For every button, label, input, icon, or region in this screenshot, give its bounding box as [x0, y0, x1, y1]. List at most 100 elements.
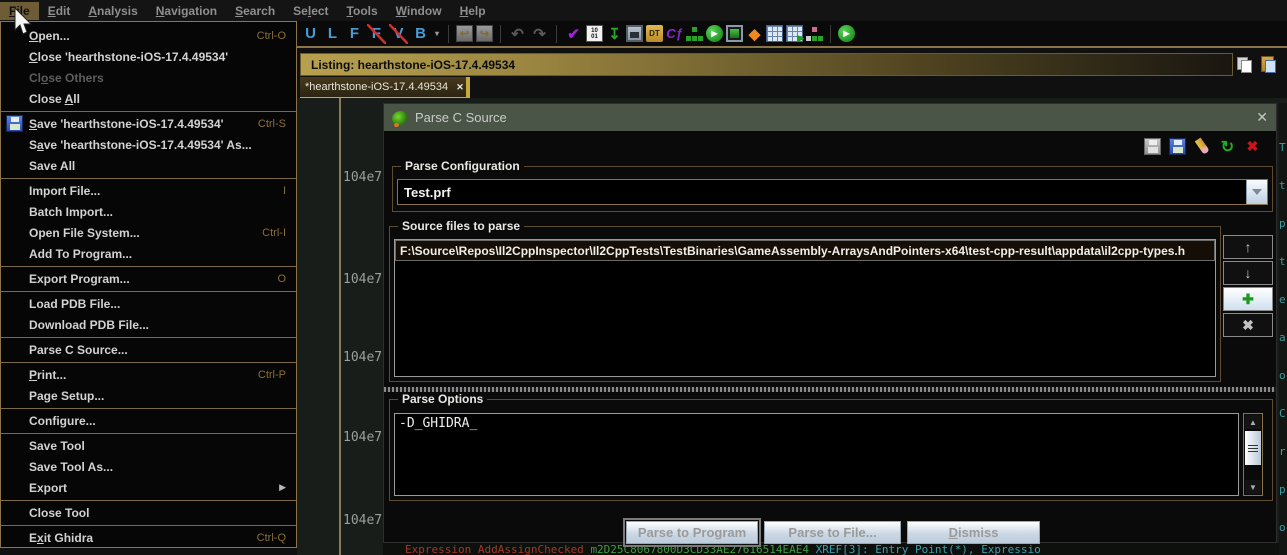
clear-profile-icon[interactable] [1191, 135, 1215, 159]
format-bytes-icon[interactable]: B [411, 24, 430, 44]
menu-search[interactable]: Search [226, 2, 284, 20]
menu-edit[interactable]: Edit [39, 2, 80, 20]
clear-code-cf-icon[interactable]: Cƒ [666, 25, 683, 42]
dismiss-button[interactable]: Dismiss [907, 521, 1040, 544]
menu-item-batch-import[interactable]: Batch Import... [1, 201, 296, 222]
memory-out-icon[interactable]: ↪ [476, 25, 493, 42]
validate-check-icon[interactable]: ✔ [564, 24, 583, 44]
menu-item-exit-ghidra[interactable]: Exit GhidraCtrl-Q [1, 527, 296, 548]
format-function-off-icon[interactable]: F [367, 24, 386, 44]
menu-item-label: Close Tool [29, 506, 89, 520]
bytes-dropdown-caret-icon[interactable]: ▾ [433, 24, 441, 44]
format-label-icon[interactable]: L [323, 24, 342, 44]
menu-item-save-tool-as[interactable]: Save Tool As... [1, 456, 296, 477]
script-run-icon[interactable]: ▶ [838, 25, 855, 42]
tab-close-icon[interactable]: ✕ [454, 81, 466, 94]
remove-file-button[interactable]: ✖ [1223, 313, 1273, 337]
menu-item-page-setup[interactable]: Page Setup... [1, 385, 296, 406]
menu-item-close-program[interactable]: Close 'hearthstone-iOS-17.4.49534' [1, 46, 296, 67]
memory-in-icon[interactable]: ↩ [456, 25, 473, 42]
menu-item-export-tool[interactable]: Export▶ [1, 477, 296, 498]
toolbar-separator [500, 25, 501, 43]
dialog-close-icon[interactable]: ✕ [1256, 109, 1268, 126]
menu-item-configure[interactable]: Configure... [1, 410, 296, 431]
combobox-dropdown-button[interactable] [1246, 180, 1267, 204]
format-underline-icon[interactable]: U [301, 24, 320, 44]
binary-data-icon[interactable]: 10 01 [586, 25, 603, 42]
paste-icon[interactable] [1259, 55, 1276, 72]
tab-hearthstone[interactable]: *hearthstone-iOS-17.4.49534 ✕ [300, 77, 470, 98]
menu-window[interactable]: Window [387, 2, 451, 20]
save-profile-icon[interactable] [1144, 138, 1161, 155]
parse-options-textarea[interactable]: -D_GHIDRA_ [394, 413, 1239, 496]
toolbar-separator [448, 25, 449, 43]
memory-map-icon[interactable] [626, 25, 643, 42]
menu-item-add-to-program[interactable]: Add To Program... [1, 243, 296, 264]
menu-item-import-file[interactable]: Import File...I [1, 180, 296, 201]
add-file-button[interactable]: ✚ [1223, 287, 1273, 311]
table-export-icon[interactable] [786, 25, 803, 42]
chevron-down-icon [1252, 189, 1262, 195]
menu-item-open[interactable]: Open...Ctrl-O [1, 25, 296, 46]
move-up-button[interactable]: ↑ [1223, 235, 1273, 259]
options-scrollbar[interactable]: ▲ ▼ [1243, 413, 1263, 496]
scrollbar-thumb[interactable] [1245, 431, 1261, 465]
copy-icon[interactable] [1235, 55, 1252, 72]
menu-item-close-others[interactable]: Close Others [1, 67, 296, 88]
menu-item-save-tool[interactable]: Save Tool [1, 435, 296, 456]
listing-address: 104e7 [343, 272, 382, 287]
menu-help[interactable]: Help [451, 2, 495, 20]
menu-item-load-pdb[interactable]: Load PDB File... [1, 293, 296, 314]
diamond-marker-icon[interactable]: ◆ [746, 25, 763, 42]
memory-chip-icon[interactable] [726, 25, 743, 42]
run-green-icon[interactable]: ▶ [706, 25, 723, 42]
menu-item-parse-c-source[interactable]: Parse C Source... [1, 339, 296, 360]
menu-item-close-tool[interactable]: Close Tool [1, 502, 296, 523]
call-tree-icon[interactable] [806, 25, 823, 42]
parse-configuration-combobox[interactable]: Test.prf [397, 179, 1268, 205]
scroll-up-icon[interactable]: ▲ [1245, 415, 1261, 429]
menu-separator [1, 525, 296, 526]
parse-to-file-button[interactable]: Parse to File... [764, 521, 901, 544]
menu-item-export-program[interactable]: Export Program...O [1, 268, 296, 289]
undo-icon[interactable]: ↶ [508, 24, 527, 44]
refresh-profile-icon[interactable]: ↻ [1219, 138, 1236, 155]
import-green-icon[interactable]: ↧ [606, 25, 623, 42]
scroll-down-icon[interactable]: ▼ [1245, 480, 1261, 494]
menu-item-print[interactable]: Print...Ctrl-P [1, 364, 296, 385]
format-function-icon[interactable]: F [345, 24, 364, 44]
menu-item-close-all[interactable]: Close All [1, 88, 296, 109]
menu-item-label: Export [29, 481, 67, 495]
menu-item-label: Export Program... [29, 272, 130, 286]
format-variable-off-icon[interactable]: V [389, 24, 408, 44]
menu-item-save-program-as[interactable]: Save 'hearthstone-iOS-17.4.49534' As... [1, 134, 296, 155]
dialog-splitter[interactable] [384, 387, 1276, 392]
clipped-listing-char: t [1279, 179, 1286, 192]
redo-icon[interactable]: ↷ [530, 24, 549, 44]
save-profile-as-icon[interactable] [1169, 138, 1186, 155]
menu-item-label: Configure... [29, 414, 96, 428]
parse-configuration-group: Parse Configuration Test.prf [392, 166, 1273, 212]
menu-item-save-program[interactable]: Save 'hearthstone-iOS-17.4.49534'Ctrl-S [1, 113, 296, 134]
parse-to-program-button[interactable]: Parse to Program [626, 521, 758, 544]
source-file-list[interactable]: F:\Source\Repos\Il2CppInspector\Il2CppTe… [394, 239, 1216, 377]
function-graph-icon[interactable] [686, 25, 703, 42]
menu-item-label: Save All [29, 159, 75, 173]
menu-navigation[interactable]: Navigation [147, 2, 226, 20]
clipped-listing-char: T [1279, 141, 1286, 154]
source-files-label: Source files to parse [398, 219, 524, 233]
parse-options-label: Parse Options [398, 392, 487, 406]
move-down-button[interactable]: ↓ [1223, 261, 1273, 285]
data-type-folder-icon[interactable]: DT [646, 25, 663, 42]
menu-item-save-all[interactable]: Save All [1, 155, 296, 176]
menu-item-download-pdb[interactable]: Download PDB File... [1, 314, 296, 335]
toolbar-separator [830, 25, 831, 43]
clipped-listing-char: e [1279, 293, 1286, 306]
menu-analysis[interactable]: Analysis [79, 2, 146, 20]
menu-select[interactable]: Select [284, 2, 337, 20]
delete-profile-icon[interactable]: ✖ [1244, 138, 1261, 155]
menu-tools[interactable]: Tools [338, 2, 387, 20]
table-view-icon[interactable] [766, 25, 783, 42]
menu-item-open-file-system[interactable]: Open File System...Ctrl-I [1, 222, 296, 243]
source-file-row[interactable]: F:\Source\Repos\Il2CppInspector\Il2CppTe… [395, 240, 1215, 261]
